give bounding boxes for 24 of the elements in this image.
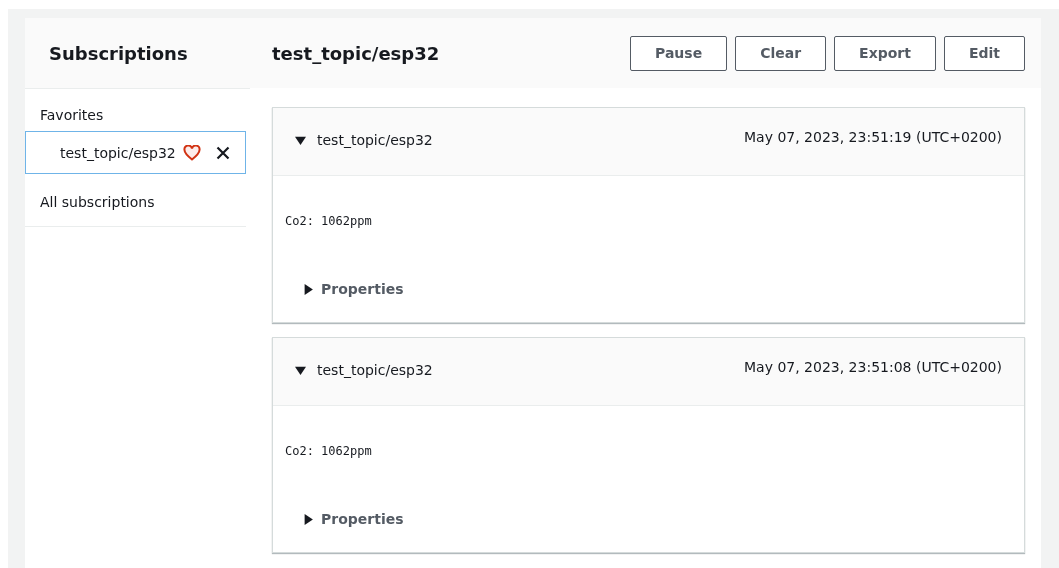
toolbar-button[interactable]: Edit — [943, 35, 1025, 71]
caret-icon[interactable] — [295, 364, 306, 376]
message-topic: test_topic/esp32 — [317, 132, 433, 148]
caret-icon[interactable] — [295, 134, 306, 146]
message-time: May 07, 2023, 23:51:08 (UTC+0200) — [744, 359, 1002, 375]
close-icon[interactable] — [215, 145, 230, 160]
topic-title: test_topic/esp32 — [272, 42, 440, 64]
toolbar-button[interactable]: Clear — [735, 35, 827, 71]
message-payload: Co2: 1062ppm — [284, 443, 373, 458]
caret-icon[interactable] — [303, 513, 314, 525]
message-payload: Co2: 1062ppm — [284, 213, 373, 228]
subscription-item[interactable]: test_topic/esp32 — [25, 131, 246, 174]
toolbar-button[interactable]: Pause — [630, 35, 728, 71]
topic-label: test_topic/esp32 — [60, 144, 176, 161]
message-topic: test_topic/esp32 — [317, 362, 433, 378]
message-time: May 07, 2023, 23:51:19 (UTC+0200) — [744, 129, 1002, 145]
properties-toggle[interactable]: Properties — [321, 281, 404, 297]
section-heading: All subscriptions — [25, 174, 246, 227]
sidebar-title: Subscriptions — [25, 18, 250, 89]
properties-toggle[interactable]: Properties — [321, 511, 404, 527]
toolbar-button[interactable]: Export — [834, 35, 936, 71]
caret-icon[interactable] — [303, 283, 314, 295]
section-heading: Favorites — [39, 106, 105, 125]
heart-icon[interactable] — [182, 144, 201, 161]
